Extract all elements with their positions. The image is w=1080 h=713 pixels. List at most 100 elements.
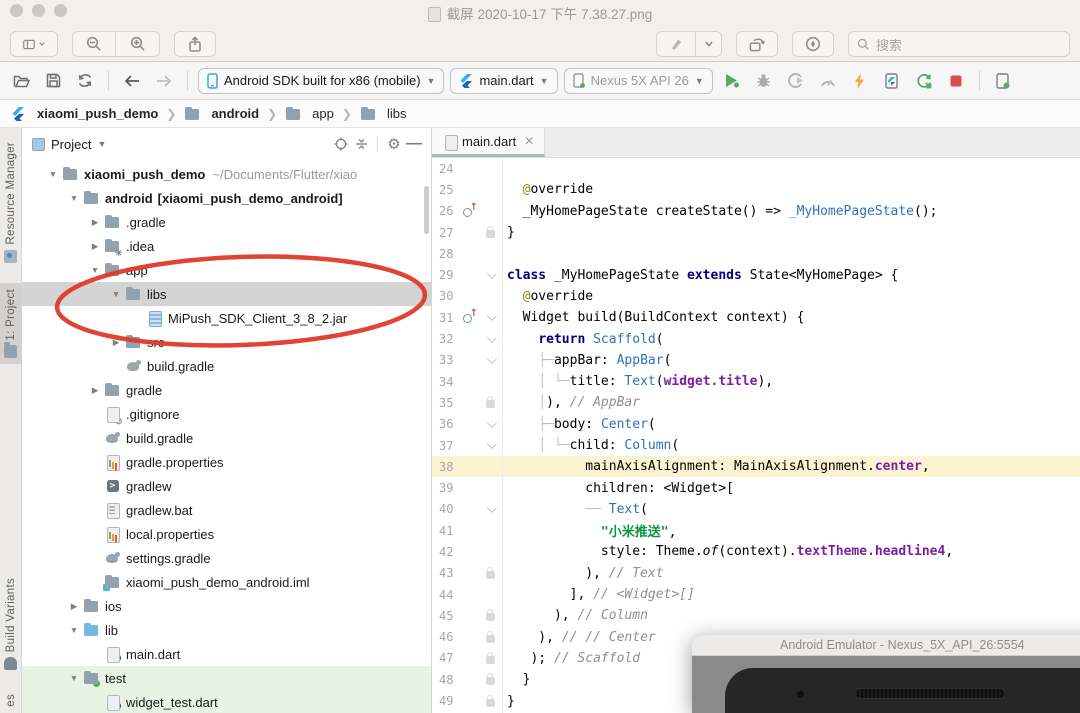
tree-row-build-gradle[interactable]: build.gradle <box>22 426 431 450</box>
tree-row-build-gradle[interactable]: build.gradle <box>22 354 431 378</box>
rotate-button[interactable] <box>736 31 778 57</box>
overrides-method-icon[interactable] <box>463 309 478 324</box>
tree-row-libs[interactable]: ▼ libs <box>22 282 431 306</box>
target-device-selector[interactable]: Nexus 5X API 26 ▼ <box>563 67 713 94</box>
collapsed-arrow-icon[interactable]: ▶ <box>86 385 104 396</box>
stop-button[interactable] <box>943 69 969 93</box>
chevron-down-icon[interactable]: ▼ <box>97 139 106 149</box>
breadcrumb-item-android[interactable]: ··· android <box>182 106 261 122</box>
zoom-out-button[interactable] <box>72 31 116 57</box>
tree-row-gradlew-bat[interactable]: gradlew.bat <box>22 498 431 522</box>
tree-row-settings-gradle[interactable]: settings.gradle <box>22 546 431 570</box>
tree-row-mipush-sdk-client-3-8-2-jar[interactable]: MiPush_SDK_Client_3_8_2.jar <box>22 306 431 330</box>
tree-row-gradlew[interactable]: gradlew <box>22 474 431 498</box>
expanded-arrow-icon[interactable]: ▼ <box>86 265 104 275</box>
fold-chevron-icon[interactable] <box>486 268 497 279</box>
back-button[interactable] <box>119 69 145 93</box>
gauge-button[interactable] <box>815 69 841 93</box>
breadcrumb-item-app[interactable]: app <box>283 106 336 122</box>
tree-row--idea[interactable]: ▶ ✳ .idea <box>22 234 431 258</box>
run-config-selector[interactable]: main.dart ▼ <box>450 67 558 94</box>
settings-gear-icon[interactable]: ⚙ <box>387 136 401 153</box>
tool-strip-item-es[interactable]: es <box>0 688 22 713</box>
tree-row-src[interactable]: ▶ src <box>22 330 431 354</box>
sync-button[interactable] <box>72 69 98 93</box>
attach-debugger-button[interactable] <box>879 69 905 93</box>
line-number: 29 <box>439 268 454 283</box>
tree-row--gitignore[interactable]: ⊘ .gitignore <box>22 402 431 426</box>
save-icon <box>46 73 60 88</box>
collapsed-arrow-icon[interactable]: ▶ <box>86 217 104 228</box>
markup-pen-button[interactable] <box>656 31 696 57</box>
target-device-label: Nexus 5X API 26 <box>590 73 689 88</box>
locate-file-button[interactable] <box>334 137 348 151</box>
search-input[interactable]: 搜索 <box>848 31 1070 57</box>
collapsed-arrow-icon[interactable]: ▶ <box>86 241 104 252</box>
fold-chevron-icon[interactable] <box>486 503 497 513</box>
code-area[interactable]: 2425 @override26 _MyHomePageState create… <box>432 158 1080 713</box>
hide-panel-button[interactable]: — <box>406 135 422 152</box>
gutter-fold-slot <box>478 332 502 343</box>
tree-row-gradle[interactable]: ▶ gradle <box>22 378 431 402</box>
zoom-in-button[interactable] <box>116 31 160 57</box>
collapsed-arrow-icon[interactable]: ▶ <box>107 337 125 348</box>
fold-chevron-icon[interactable] <box>486 332 497 343</box>
device-selector[interactable]: Android SDK built for x86 (mobile) ▼ <box>198 67 445 94</box>
open-project-button[interactable] <box>8 69 34 93</box>
tree-row--gradle[interactable]: ▶ .gradle <box>22 210 431 234</box>
tree-item-label: xiaomi_push_demo <box>84 166 206 182</box>
tree-row-ios[interactable]: ▶ ··· ios <box>22 594 431 618</box>
overrides-method-icon[interactable] <box>463 203 478 217</box>
code-text: ── Text( <box>585 501 648 517</box>
tree-row-test[interactable]: ▼ test <box>22 666 431 690</box>
forward-button[interactable] <box>151 69 177 93</box>
tree-row-lib[interactable]: ▼ lib <box>22 618 431 642</box>
debug-button[interactable] <box>751 69 777 93</box>
breadcrumb-item-xiaomi_push_demo[interactable]: xiaomi_push_demo <box>8 106 160 122</box>
view-menu-button[interactable] <box>10 31 58 57</box>
fold-chevron-icon[interactable] <box>486 417 497 428</box>
fold-chevron-icon[interactable] <box>486 439 497 450</box>
pen-style-dropdown[interactable] <box>696 31 722 57</box>
markup-toolbar-button[interactable] <box>792 31 834 57</box>
gutter-marker-slot <box>462 203 478 217</box>
tree-row-widget-test-dart[interactable]: widget_test.dart <box>22 690 431 713</box>
expanded-arrow-icon[interactable]: ▼ <box>65 673 83 683</box>
expanded-arrow-icon[interactable]: ▼ <box>65 193 83 203</box>
tree-row-main-dart[interactable]: main.dart <box>22 642 431 666</box>
tree-row-xiaomi-push-demo-android-iml[interactable]: xiaomi_push_demo_android.iml <box>22 570 431 594</box>
expanded-arrow-icon[interactable]: ▼ <box>44 169 62 179</box>
expanded-arrow-icon[interactable]: ▼ <box>65 625 83 635</box>
collapse-all-button[interactable] <box>354 137 368 151</box>
hot-reload-button[interactable] <box>847 69 873 93</box>
emulator-titlebar[interactable]: Android Emulator - Nexus_5X_API_26:5554 <box>692 635 1080 656</box>
tool-strip-item-1-project[interactable]: 1: Project <box>0 282 22 365</box>
breadcrumb-item-libs[interactable]: libs <box>358 106 409 122</box>
profile-button[interactable] <box>783 69 809 93</box>
editor[interactable]: main.dart ✕ 2425 @override26 _MyHomePage… <box>432 128 1080 713</box>
emulator-window[interactable]: Android Emulator - Nexus_5X_API_26:5554 <box>692 635 1080 713</box>
tree-row-app[interactable]: ▼ app <box>22 258 431 282</box>
device-manager-button[interactable] <box>990 69 1016 93</box>
tree-row-android[interactable]: ▼ android [xiaomi_push_demo_android] <box>22 186 431 210</box>
save-all-button[interactable] <box>40 69 66 93</box>
hot-restart-button[interactable] <box>911 69 937 93</box>
project-scrollbar-thumb[interactable] <box>424 186 429 234</box>
tab-main-dart[interactable]: main.dart ✕ <box>432 128 546 157</box>
tool-strip-item-build-variants[interactable]: Build Variants <box>0 572 22 676</box>
run-button[interactable] <box>719 69 745 93</box>
share-button[interactable] <box>174 31 216 57</box>
fold-chevron-icon[interactable] <box>486 311 497 322</box>
tree-row-local-properties[interactable]: local.properties <box>22 522 431 546</box>
gradle-file-icon <box>104 550 120 566</box>
tree-item-label: build.gradle <box>147 358 215 374</box>
close-tab-icon[interactable]: ✕ <box>524 134 534 148</box>
tree-row-gradle-properties[interactable]: gradle.properties <box>22 450 431 474</box>
tool-strip-item-resource-manager[interactable]: Resource Manager <box>0 136 22 269</box>
expanded-arrow-icon[interactable]: ▼ <box>107 289 125 299</box>
tree-row-xiaomi-push-demo[interactable]: ▼ xiaomi_push_demo ~/Documents/Flutter/xia… <box>22 162 431 186</box>
fold-chevron-icon[interactable] <box>486 353 497 364</box>
project-panel-title[interactable]: Project <box>51 137 91 152</box>
collapsed-arrow-icon[interactable]: ▶ <box>65 601 83 612</box>
code-line: 39 children: <Widget>[ <box>432 477 1080 498</box>
